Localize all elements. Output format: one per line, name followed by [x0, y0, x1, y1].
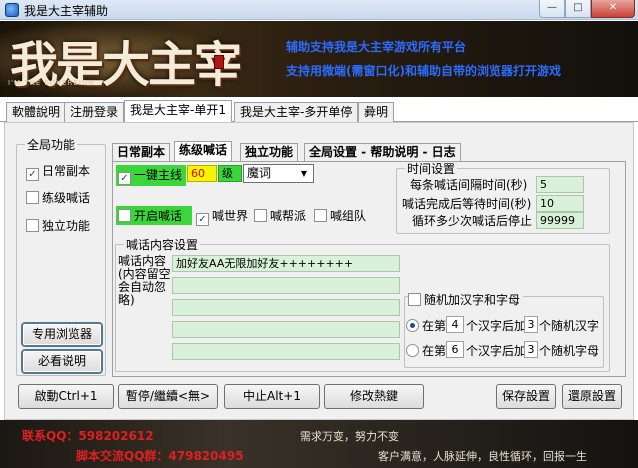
close-button[interactable]: ✕ [591, 0, 635, 18]
save-settings-button[interactable]: 保存設置 [496, 384, 556, 409]
shout-content-line-4[interactable] [172, 321, 400, 338]
time-settings-legend: 时间设置 [407, 162, 456, 176]
level-input[interactable]: 60 [187, 165, 217, 182]
dedicated-browser-button[interactable]: 专用浏览器 [22, 323, 102, 346]
game-logo-subtitle: I'M THE SOVEREIGN [8, 79, 95, 87]
banner: 我是大主宰 I'M THE SOVEREIGN 辅助支持我是大主宰游戏所有平台 … [0, 21, 638, 97]
check-icon: ✓ [118, 172, 131, 185]
tab-single-open-1[interactable]: 我是大主宰-单开1 [124, 100, 232, 123]
subtab-independent[interactable]: 独立功能 [240, 143, 299, 161]
tab-multi-open[interactable]: 我是大主宰-多开单停 [234, 102, 359, 122]
window-title: 我是大主宰辅助 [24, 4, 109, 18]
checkbox-random-chars[interactable]: 随机加汉字和字母 [408, 291, 524, 308]
interval-input[interactable]: 5 [536, 176, 584, 193]
shout-content-line-1[interactable]: 加好友AA无限加好友++++++++ [172, 255, 400, 272]
contact-qq: 联系QQ：598202612 [22, 429, 154, 443]
hanzi-suffix-label: 个随机汉字 [539, 319, 600, 333]
letter-count-input[interactable]: 3 [524, 341, 538, 358]
global-functions-legend: 全局功能 [27, 138, 76, 152]
radio-random-hanzi[interactable]: 在第 [406, 317, 446, 334]
maximize-button[interactable]: □ [565, 0, 591, 18]
seal-icon [214, 55, 224, 69]
loop-input[interactable]: 99999 [536, 212, 584, 229]
checkbox-shout-guild[interactable]: 喊帮派 [254, 207, 306, 224]
main-tab-bar: 軟體說明 注册登录 我是大主宰-单开1 我是大主宰-多开单停 彜明 [0, 100, 638, 123]
shout-content-legend: 喊话内容设置 [126, 238, 199, 252]
letter-mid-label: 个汉字后加 [466, 344, 527, 358]
checkbox-independent[interactable]: 独立功能 [26, 217, 90, 234]
must-read-button[interactable]: 必看说明 [22, 350, 102, 373]
subtab-daily-dungeon[interactable]: 日常副本 [112, 143, 171, 161]
chevron-down-icon: ▼ [300, 169, 308, 178]
minimize-button[interactable]: — [539, 0, 565, 18]
restore-settings-button[interactable]: 還原設置 [562, 384, 622, 409]
checkbox-leveling-shout[interactable]: 练级喊话 [26, 189, 90, 206]
qq-group: 脚本交流QQ群：479820495 [76, 449, 244, 463]
change-hotkey-button[interactable]: 修改熱鍵 [324, 384, 424, 409]
banner-notice-platforms: 辅助支持我是大主宰游戏所有平台 [286, 40, 467, 54]
subtab-leveling-shout[interactable]: 练级喊话 [174, 141, 233, 162]
stop-button[interactable]: 中止Alt+1 [224, 384, 320, 409]
check-icon: ✓ [26, 168, 39, 181]
slogan-1: 需求万变，努力不变 [300, 430, 399, 443]
tab-software-info[interactable]: 軟體說明 [6, 102, 67, 122]
checkbox-main-quest[interactable]: ✓ 一键主线 [116, 165, 186, 186]
wait-label: 喊话完成后等待时间(秒) [402, 197, 532, 211]
hanzi-count-input[interactable]: 3 [524, 316, 538, 333]
shout-content-label: 喊话内容(内容留空会自动忽略) [118, 254, 171, 307]
checkbox-enable-shout[interactable]: 开启喊话 [116, 206, 192, 225]
footer-banner: 联系QQ：598202612 脚本交流QQ群：479820495 需求万变，努力… [0, 420, 638, 468]
banner-notice-browser: 支持用微端(需窗口化)和辅助自带的浏览器打开游戏 [286, 64, 561, 78]
checkbox-daily-dungeon[interactable]: ✓ 日常副本 [26, 162, 90, 181]
letter-suffix-label: 个随机字母 [539, 344, 600, 358]
loop-label: 循环多少次喊话后停止 [412, 214, 533, 228]
tab-register-login[interactable]: 注册登录 [64, 102, 125, 122]
shout-content-line-3[interactable] [172, 299, 400, 316]
app-icon [5, 3, 19, 17]
hanzi-position-input[interactable]: 4 [446, 316, 464, 333]
letter-position-input[interactable]: 6 [446, 341, 464, 358]
shout-content-line-5[interactable] [172, 343, 400, 360]
shout-content-line-2[interactable] [172, 277, 400, 294]
hanzi-mid-label: 个汉字后加 [466, 319, 527, 333]
radio-random-letters[interactable]: 在第 [406, 342, 446, 359]
slogan-2: 客户满意，人脉延伸，良性循环，回报一生 [378, 450, 587, 463]
subtab-global-settings[interactable]: 全局设置 - 帮助说明 - 日志 [304, 143, 461, 161]
check-icon: ✓ [196, 213, 209, 226]
start-button[interactable]: 啟動Ctrl+1 [18, 384, 114, 409]
interval-label: 每条喊话间隔时间(秒) [410, 178, 528, 192]
checkbox-shout-team[interactable]: 喊组队 [314, 207, 366, 224]
pause-resume-button[interactable]: 暫停/繼續<無> [118, 384, 218, 409]
map-select[interactable]: 魔词 ▼ [243, 164, 314, 183]
wait-input[interactable]: 10 [536, 195, 584, 212]
tab-statement[interactable]: 彜明 [358, 102, 395, 122]
level-unit-label: 级 [218, 165, 242, 182]
title-bar: 我是大主宰辅助 — □ ✕ [0, 0, 638, 20]
checkbox-shout-world[interactable]: ✓ 喊世界 [196, 207, 248, 226]
